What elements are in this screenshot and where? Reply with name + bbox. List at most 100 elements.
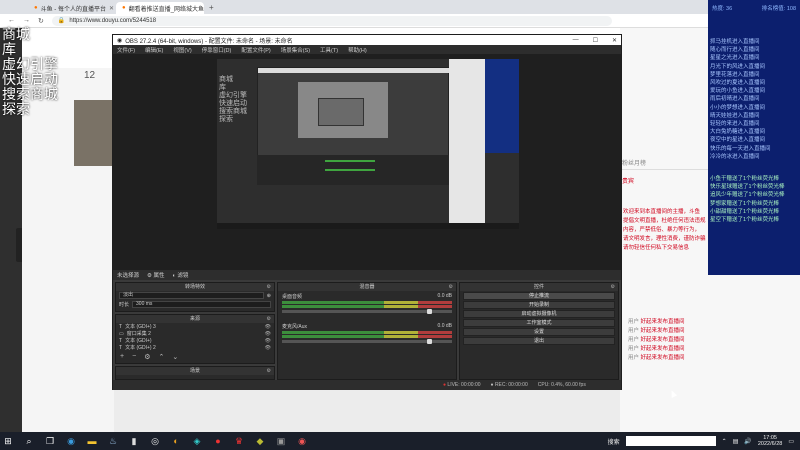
menu-scene-collection[interactable]: 场景集合(S) bbox=[281, 46, 310, 54]
audio-meter bbox=[282, 305, 452, 308]
tab-close-icon[interactable]: ✕ bbox=[109, 5, 114, 12]
sources-toolbar: + − ⚙ ⌃ ⌄ bbox=[116, 351, 274, 363]
gift-item: 小甜甜赠送了1个粉丝荧光棒 bbox=[710, 208, 780, 215]
back-icon[interactable]: ← bbox=[8, 17, 15, 24]
gear-icon: ⚙ bbox=[147, 273, 152, 279]
source-item[interactable]: T 文本 (GDI+) 3 👁 bbox=[116, 323, 274, 331]
obs-taskbar-icon[interactable]: ◉ bbox=[294, 434, 310, 448]
source-item[interactable]: T 文本 (GDI+) 2 👁 bbox=[116, 344, 274, 352]
reload-icon[interactable]: ↻ bbox=[38, 17, 44, 25]
volume-slider[interactable] bbox=[282, 339, 452, 344]
tab-live-room[interactable]: ● 翻看着推送直播_网络城大鱼斗鱼 ✕ bbox=[116, 2, 204, 14]
app-icon[interactable]: ● bbox=[210, 434, 226, 448]
taskbar-search-box[interactable] bbox=[625, 436, 716, 446]
notification-icon[interactable]: ▭ bbox=[788, 438, 794, 445]
new-tab-button[interactable]: + bbox=[204, 2, 219, 14]
duration-input[interactable]: 300 ms bbox=[132, 301, 271, 308]
obs-logo-icon: ◉ bbox=[117, 37, 123, 44]
obs-minimize-button[interactable]: — bbox=[573, 37, 579, 44]
windows-start-icon[interactable]: ⊞ bbox=[0, 434, 16, 448]
app-icon[interactable]: ◈ bbox=[189, 434, 205, 448]
rec-dot-icon: ● bbox=[490, 382, 494, 388]
volume-slider[interactable] bbox=[282, 309, 452, 314]
lock-icon: 🔒 bbox=[57, 18, 66, 24]
menu-edit[interactable]: 编辑(E) bbox=[145, 46, 163, 54]
dock-settings-icon[interactable]: ⚙ bbox=[449, 283, 453, 291]
move-up-icon[interactable]: ⌃ bbox=[158, 353, 164, 361]
tab-favicon-icon: ● bbox=[34, 5, 38, 11]
anchor-thumbnail[interactable] bbox=[74, 100, 112, 166]
forward-icon[interactable]: → bbox=[23, 17, 30, 24]
channel-volume: 0.0 dB bbox=[437, 323, 452, 329]
add-icon[interactable]: ⊕ bbox=[267, 293, 271, 299]
edge-icon[interactable]: ◉ bbox=[63, 434, 79, 448]
network-icon[interactable]: ▤ bbox=[733, 438, 739, 445]
source-item[interactable]: T 文本 (GDI+) 👁 bbox=[116, 337, 274, 345]
start-recording-button[interactable]: 开始录制 bbox=[463, 301, 615, 309]
filters-button[interactable]: ◐ 滤镜 bbox=[173, 271, 189, 279]
address-bar[interactable]: 🔒 https://www.douyu.com/5244518 bbox=[51, 15, 612, 26]
search-icon[interactable]: ⌕ bbox=[21, 434, 37, 448]
eye-icon[interactable]: 👁 bbox=[265, 338, 271, 344]
menu-help[interactable]: 帮助(H) bbox=[348, 46, 367, 54]
move-down-icon[interactable]: ⌄ bbox=[172, 353, 178, 361]
steam-icon[interactable]: ♨ bbox=[105, 434, 121, 448]
text-source-icon: T bbox=[119, 344, 123, 351]
stop-streaming-button[interactable]: 停止推流 bbox=[463, 292, 615, 300]
gift-item: 星空下赠送了1个粉丝荧光棒 bbox=[710, 217, 780, 224]
app-icon[interactable]: ♛ bbox=[231, 434, 247, 448]
danmu-overlay: 热度: 36 排名榜值: 108 抓马挂机进入直播间 随心而行进入直播间 星星之… bbox=[708, 0, 800, 275]
windows-taskbar: ⊞ ⌕ ❐ ◉ ▬ ♨ ▮ ◎ ◐ ◈ ● ♛ ◆ ▣ ◉ 搜索 ⌃ ▤ 🔊 1… bbox=[0, 432, 800, 450]
gift-item: 快乐星球赠送了1个粉丝荧光棒 bbox=[710, 184, 785, 191]
gear-icon[interactable]: ⚙ bbox=[144, 353, 150, 361]
slider-knob[interactable] bbox=[427, 339, 432, 344]
scenes-dock: 场景 ⚙ bbox=[115, 366, 275, 380]
join-item: 晴天娃娃进入直播间 bbox=[710, 112, 760, 119]
unreal-icon[interactable]: ◎ bbox=[147, 434, 163, 448]
clock[interactable]: 17:05 2022/6/28 bbox=[758, 435, 782, 447]
dock-settings-icon[interactable]: ⚙ bbox=[267, 315, 271, 323]
settings-button[interactable]: 设置 bbox=[463, 328, 615, 336]
dock-settings-icon[interactable]: ⚙ bbox=[611, 283, 615, 291]
tab-douyu-home[interactable]: ● 斗鱼 - 每个人的直播平台 ✕ bbox=[28, 2, 116, 14]
slider-knob[interactable] bbox=[427, 309, 432, 314]
menu-tools[interactable]: 工具(T) bbox=[320, 46, 338, 54]
audio-meter bbox=[282, 301, 452, 304]
tray-up-icon[interactable]: ⌃ bbox=[722, 438, 727, 445]
eye-icon[interactable]: 👁 bbox=[265, 331, 271, 337]
obs-maximize-button[interactable]: ☐ bbox=[593, 37, 598, 44]
dock-settings-icon[interactable]: ⚙ bbox=[267, 283, 271, 291]
app-icon[interactable]: ◆ bbox=[252, 434, 268, 448]
tab-label: 翻看着推送直播_网络城大鱼斗鱼 bbox=[128, 6, 204, 13]
task-view-icon[interactable]: ❐ bbox=[42, 434, 58, 448]
volume-icon[interactable]: 🔊 bbox=[744, 438, 751, 445]
join-item: 爱玩的小鱼进入直播间 bbox=[710, 88, 766, 95]
studio-mode-button[interactable]: 工作室模式 bbox=[463, 319, 615, 327]
join-item: 抓马挂机进入直播间 bbox=[710, 39, 760, 45]
dock-settings-icon[interactable]: ⚙ bbox=[267, 367, 271, 375]
transition-type-select[interactable]: 淡出 bbox=[119, 292, 264, 299]
remove-icon[interactable]: − bbox=[132, 353, 136, 361]
add-icon[interactable]: + bbox=[120, 353, 124, 361]
file-explorer-icon[interactable]: ▬ bbox=[84, 434, 100, 448]
properties-button[interactable]: ⚙ 属性 bbox=[147, 271, 164, 279]
virtual-camera-button[interactable]: 启动虚拟摄像机 bbox=[463, 310, 615, 318]
menu-docks[interactable]: 停靠窗口(D) bbox=[202, 46, 232, 54]
menu-profile[interactable]: 配置文件(P) bbox=[241, 46, 270, 54]
eye-icon[interactable]: 👁 bbox=[265, 324, 271, 330]
menu-file[interactable]: 文件(F) bbox=[117, 46, 135, 54]
exit-button[interactable]: 退出 bbox=[463, 337, 615, 345]
tab-strip: ● 斗鱼 - 每个人的直播平台 ✕ ● 翻看着推送直播_网络城大鱼斗鱼 ✕ + … bbox=[0, 0, 800, 14]
epic-icon[interactable]: ▮ bbox=[126, 434, 142, 448]
chrome-icon[interactable]: ◐ bbox=[168, 434, 184, 448]
address-text: https://www.douyu.com/5244518 bbox=[69, 17, 157, 24]
app-icon[interactable]: ▣ bbox=[273, 434, 289, 448]
obs-preview[interactable]: 商城 库 虚幻引擎 快速启动 搜索商城 探索 bbox=[113, 54, 621, 270]
source-toolbar: 未选择源 ⚙ 属性 ◐ 滤镜 bbox=[113, 270, 621, 280]
eye-icon[interactable]: 👁 bbox=[265, 345, 271, 351]
preview-canvas: 商城 库 虚幻引擎 快速启动 搜索商城 探索 bbox=[217, 59, 519, 229]
follow-count: 12 bbox=[84, 70, 96, 81]
obs-close-button[interactable]: ✕ bbox=[612, 37, 617, 44]
source-item[interactable]: ▭ 窗口采集 2 👁 bbox=[116, 330, 274, 338]
menu-view[interactable]: 视图(V) bbox=[173, 46, 191, 54]
